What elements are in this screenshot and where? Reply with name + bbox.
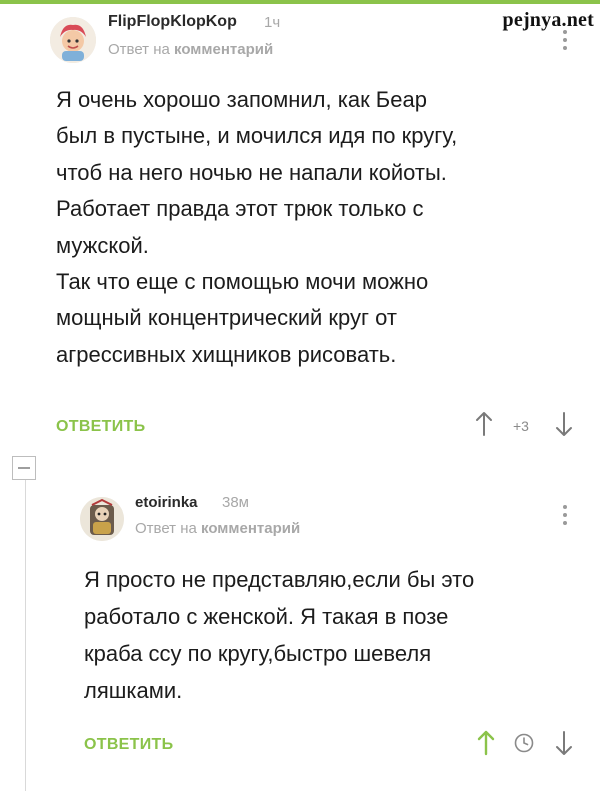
- reply-to-link[interactable]: комментарий: [201, 520, 300, 537]
- watermark: pejnya.net: [502, 9, 594, 31]
- reply-button[interactable]: ОТВЕТИТЬ: [56, 418, 145, 436]
- comment-username[interactable]: FlipFlopKlopKop: [108, 13, 237, 31]
- upvote-arrow-icon[interactable]: [475, 411, 493, 437]
- reply-to-prefix: Ответ на: [108, 41, 170, 58]
- reply-button[interactable]: ОТВЕТИТЬ: [84, 736, 173, 754]
- more-options-icon[interactable]: [562, 505, 568, 527]
- clock-icon: [514, 733, 534, 753]
- reply-to-link[interactable]: комментарий: [174, 41, 273, 58]
- comment-time: 38м: [222, 494, 249, 511]
- downvote-arrow-icon[interactable]: [555, 411, 573, 437]
- downvote-arrow-icon[interactable]: [555, 730, 573, 756]
- collapse-thread-icon[interactable]: [12, 456, 36, 480]
- upvote-arrow-icon[interactable]: [477, 730, 495, 756]
- rating-score: +3: [513, 418, 529, 434]
- avatar[interactable]: [80, 497, 124, 541]
- comment-body: Я просто не представляю,если бы это рабо…: [84, 567, 475, 703]
- thread-line: [25, 475, 26, 791]
- reply-to-prefix: Ответ на: [135, 520, 197, 537]
- avatar[interactable]: [50, 17, 96, 63]
- comment-time: 1ч: [264, 14, 281, 31]
- avatar-image: [80, 497, 124, 541]
- comment-body: Я очень хорошо запомнил, как Беар был в …: [56, 87, 458, 367]
- top-accent-bar: [0, 0, 600, 4]
- reply-to-line: Ответ на комментарий: [135, 520, 300, 537]
- avatar-image: [50, 17, 96, 63]
- comment-username[interactable]: etoirinka: [135, 494, 198, 511]
- reply-to-line: Ответ на комментарий: [108, 41, 273, 58]
- more-options-icon[interactable]: [562, 30, 568, 52]
